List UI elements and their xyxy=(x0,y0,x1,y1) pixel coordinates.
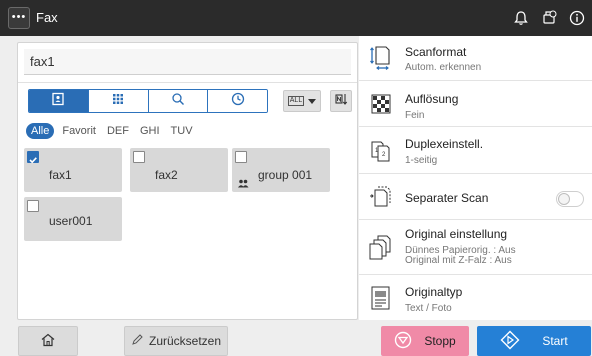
index-filter-bar: Alle Favorit DEF GHI TUV xyxy=(26,123,204,139)
contact-card-user001[interactable]: user001 xyxy=(24,197,122,241)
tab-history[interactable] xyxy=(208,90,267,112)
chevron-down-icon xyxy=(308,98,317,104)
separate-scan-icon xyxy=(369,184,393,210)
setting-value: Text / Foto xyxy=(405,303,452,314)
setting-title: Originaltyp xyxy=(405,285,463,299)
divider xyxy=(18,82,357,83)
start-button[interactable]: Start xyxy=(477,326,591,356)
filter-all[interactable]: Alle xyxy=(26,123,55,139)
checkbox[interactable] xyxy=(27,200,39,212)
address-book-panel: fax1 ALL Alle Favorit DEF GHI TUV fax1 f… xyxy=(17,42,358,320)
contact-name: fax1 xyxy=(49,168,72,182)
device-status-icon[interactable] xyxy=(537,6,561,30)
toggle-knob xyxy=(558,193,570,205)
info-icon[interactable] xyxy=(565,6,589,30)
original-type-icon xyxy=(369,285,393,311)
filter-favorite[interactable]: Favorit xyxy=(62,125,96,137)
menu-button[interactable]: ••• xyxy=(8,7,30,29)
scan-size-icon xyxy=(369,45,393,71)
checkbox[interactable] xyxy=(133,151,145,163)
setting-value-2: Original mit Z-Falz : Aus xyxy=(405,255,512,266)
ellipsis-icon: ••• xyxy=(11,11,27,23)
tab-search[interactable] xyxy=(148,90,209,112)
search-icon xyxy=(171,92,185,111)
filter-def[interactable]: DEF xyxy=(107,125,129,137)
setting-original-type[interactable]: Originaltyp Text / Foto xyxy=(359,275,592,320)
setting-duplex[interactable]: 12 Duplexeinstell. 1-seitig xyxy=(359,127,592,174)
filter-tuv[interactable]: TUV xyxy=(171,125,193,137)
start-label: Start xyxy=(542,334,568,348)
setting-title: Duplexeinstell. xyxy=(405,137,484,151)
bell-icon[interactable] xyxy=(509,6,533,30)
destination-input[interactable]: fax1 xyxy=(24,49,351,75)
setting-value: 1-seitig xyxy=(405,155,438,166)
stop-button[interactable]: Stopp xyxy=(381,326,469,356)
home-icon xyxy=(40,332,56,351)
tab-direct-input[interactable] xyxy=(88,90,149,112)
setting-separate-scan[interactable]: Separater Scan xyxy=(359,174,592,220)
setting-original-settings[interactable]: Original einstellung Dünnes Papierorig. … xyxy=(359,220,592,275)
original-setting-icon xyxy=(369,234,393,260)
filter-dropdown[interactable]: ALL xyxy=(283,90,321,112)
top-bar: ••• Fax xyxy=(0,0,592,36)
setting-resolution[interactable]: Auflösung Fein xyxy=(359,81,592,127)
checkbox[interactable] xyxy=(27,151,39,164)
setting-value: Autom. erkennen xyxy=(405,62,482,73)
page-title: Fax xyxy=(36,10,58,25)
sort-icon xyxy=(334,92,348,111)
checkbox[interactable] xyxy=(235,151,247,163)
setting-title: Auflösung xyxy=(405,92,459,106)
tab-address-book[interactable] xyxy=(29,90,89,112)
reset-label: Zurücksetzen xyxy=(148,334,222,348)
start-icon xyxy=(500,330,520,353)
filter-dropdown-label: ALL xyxy=(287,96,305,106)
setting-title: Separater Scan xyxy=(405,191,489,205)
setting-title: Original einstellung xyxy=(405,227,508,241)
setting-scan-size[interactable]: Scanformat Autom. erkennen xyxy=(359,36,592,81)
stop-label: Stopp xyxy=(424,334,456,348)
stop-icon xyxy=(394,331,412,352)
separate-scan-toggle[interactable] xyxy=(556,191,584,207)
sort-button[interactable] xyxy=(330,90,352,112)
resolution-icon xyxy=(369,92,393,118)
home-button[interactable] xyxy=(18,326,78,356)
contact-card-group-001[interactable]: group 001 xyxy=(232,148,330,192)
contact-name: fax2 xyxy=(155,168,178,182)
contact-card-fax2[interactable]: fax2 xyxy=(130,148,228,192)
setting-title: Scanformat xyxy=(405,45,467,59)
reset-button[interactable]: Zurücksetzen xyxy=(124,326,228,356)
contact-name: user001 xyxy=(49,214,93,228)
contact-card-fax1[interactable]: fax1 xyxy=(24,148,122,192)
duplex-icon: 12 xyxy=(369,139,393,165)
filter-ghi[interactable]: GHI xyxy=(140,125,160,137)
view-tab-group xyxy=(28,89,268,113)
settings-panel: Scanformat Autom. erkennen Auflösung Fei… xyxy=(359,36,592,320)
group-icon xyxy=(237,176,249,194)
setting-value: Fein xyxy=(405,110,425,121)
pencil-icon xyxy=(131,333,143,349)
contacts-book-icon xyxy=(51,92,65,111)
contact-name: group 001 xyxy=(258,168,313,182)
history-icon xyxy=(231,92,245,111)
keypad-icon xyxy=(111,92,125,111)
